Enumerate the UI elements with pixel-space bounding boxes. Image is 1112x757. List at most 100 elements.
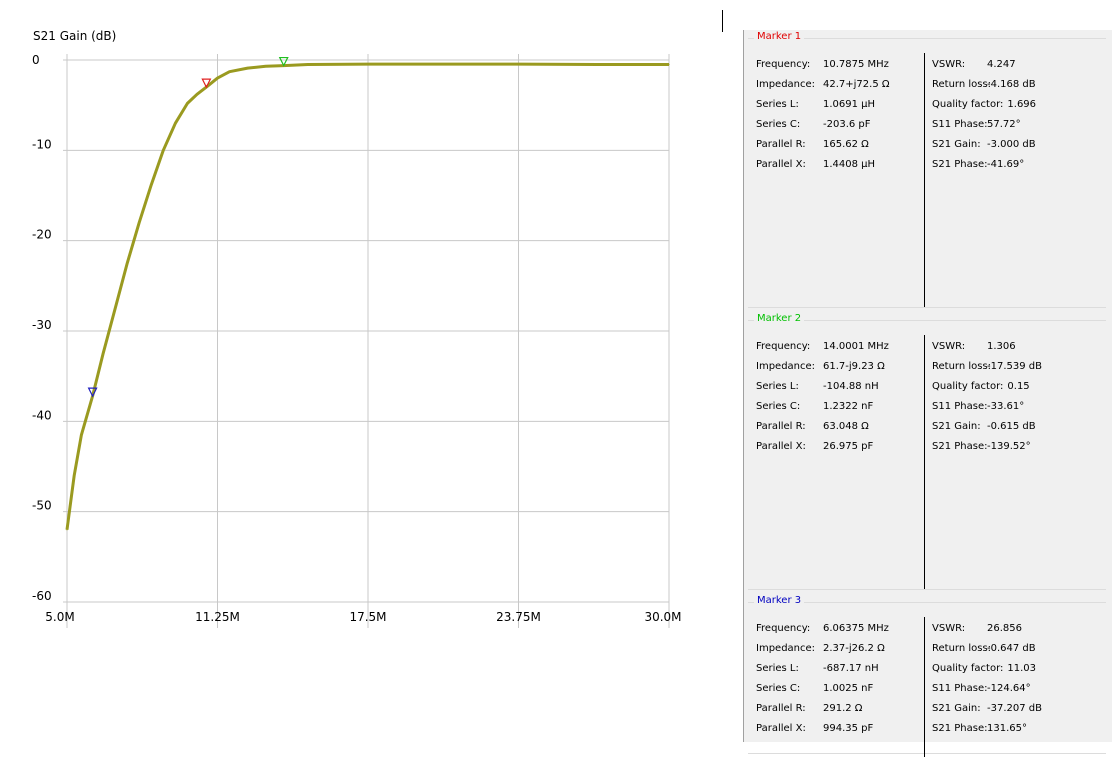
marker-1-left-row: Parallel R: 165.62 Ω <box>756 135 890 155</box>
field-label: Return loss: <box>932 361 992 372</box>
series-point <box>186 102 188 104</box>
s21-gain-chart[interactable]: S21 Gain (dB) 0 -10 -20 -30 -40 -50 -60 5.0M 11.2… <box>0 0 720 742</box>
marker-3-right-column: VSWR: 26.856 Return loss:-0.647 dB Quality … <box>932 619 1042 739</box>
field-label: S21 Phase: <box>932 441 988 452</box>
marker-2-left-row: Parallel R: 63.048 Ω <box>756 417 889 437</box>
y-tick-label: -60 <box>32 589 52 603</box>
marker-1-title: Marker 1 <box>754 31 805 42</box>
series-point <box>174 122 176 124</box>
field-label: VSWR: <box>932 623 966 634</box>
marker-2-group: Marker 2 Frequency: 14.0001 MHz Impedance:… <box>748 313 1106 590</box>
marker-1-right-row: Quality factor: 1.696 <box>932 95 1036 115</box>
field-label: Parallel R: <box>756 139 806 150</box>
marker-2-left-column: Frequency: 14.0001 MHz Impedance: 61.7-j9.2… <box>756 337 889 457</box>
marker-1-right-row: VSWR: 4.247 <box>932 55 1036 75</box>
field-label: VSWR: <box>932 341 966 352</box>
y-tick-label: -30 <box>32 318 52 332</box>
marker-2-left-row: Parallel X: 26.975 pF <box>756 437 889 457</box>
marker-2-left-row: Impedance: 61.7-j9.23 Ω <box>756 357 889 377</box>
series-point <box>265 65 267 67</box>
series-point <box>162 149 164 151</box>
series-point <box>150 184 152 186</box>
field-value: -687.17 nH <box>823 663 879 674</box>
marker-3-right-row: Quality factor: 11.03 <box>932 659 1042 679</box>
field-label: Series L: <box>756 381 799 392</box>
series-point <box>307 63 309 66</box>
field-label: Parallel X: <box>756 723 806 734</box>
series-point <box>80 434 83 436</box>
field-value: 291.2 Ω <box>823 703 863 714</box>
marker-3-right-row: S21 Gain: -37.207 dB <box>932 699 1042 719</box>
series-point <box>73 474 75 477</box>
marker-1-left-row: Series L: 1.0691 μH <box>756 95 890 115</box>
text-cursor <box>722 10 723 32</box>
marker-1-divider <box>924 53 925 307</box>
marker-1-group: Marker 1 Frequency: 10.7875 MHz Impedance:… <box>748 31 1106 308</box>
marker-2-right-row: Return loss:-17.539 dB <box>932 357 1042 377</box>
field-label: Series C: <box>756 119 801 130</box>
field-label: Parallel X: <box>756 441 806 452</box>
marker-2-left-row: Series C: 1.2322 nF <box>756 397 889 417</box>
marker-3-title: Marker 3 <box>754 595 805 606</box>
y-tick-label: 0 <box>32 53 40 67</box>
series-point <box>216 77 219 79</box>
field-value: -124.64° <box>987 683 1031 694</box>
field-label: Quality factor: <box>932 99 1004 110</box>
field-value: 14.0001 MHz <box>823 341 889 352</box>
field-label: Parallel R: <box>756 703 806 714</box>
x-tick-label: 17.5M <box>349 610 386 624</box>
field-value: -139.52° <box>987 441 1031 452</box>
field-label: Parallel R: <box>756 421 806 432</box>
field-label: Frequency: <box>756 341 811 352</box>
y-tick-label: -10 <box>32 137 52 151</box>
field-label: S11 Phase: <box>932 401 988 412</box>
marker-2-right-row: VSWR: 1.306 <box>932 337 1042 357</box>
chart-svg[interactable]: S21 Gain (dB) 0 -10 -20 -30 -40 -50 -60 5.0M 11.2… <box>0 0 720 742</box>
field-value: 61.7-j9.23 Ω <box>823 361 885 372</box>
field-value: -4.168 dB <box>987 79 1036 90</box>
field-value: 1.306 <box>987 341 1016 352</box>
field-label: Series L: <box>756 99 799 110</box>
field-value: 26.856 <box>987 623 1022 634</box>
field-label: Impedance: <box>756 361 816 372</box>
field-label: S11 Phase: <box>932 119 988 130</box>
marker-info-panel: Marker 1 Frequency: 10.7875 MHz Impedance:… <box>743 30 1112 757</box>
series-point <box>66 529 68 531</box>
field-value: 994.35 pF <box>823 723 874 734</box>
field-value: 1.4408 μH <box>823 159 876 170</box>
x-tick-label: 30.0M <box>644 610 681 624</box>
field-value: -104.88 nH <box>823 381 879 392</box>
marker-3-right-row: Return loss:-0.647 dB <box>932 639 1042 659</box>
field-label: Frequency: <box>756 59 811 70</box>
y-tick-label: -50 <box>32 499 52 513</box>
marker-1-right-row: Return loss:-4.168 dB <box>932 75 1036 95</box>
marker-3-left-row: Impedance: 2.37-j26.2 Ω <box>756 639 889 659</box>
field-label: S21 Phase: <box>932 723 988 734</box>
field-value: -0.647 dB <box>987 643 1036 654</box>
field-label: Quality factor: <box>932 381 1004 392</box>
field-label: Return loss: <box>932 643 992 654</box>
marker-3-group: Marker 3 Frequency: 6.06375 MHz Impedance:… <box>748 595 1106 757</box>
marker-3-left-row: Parallel X: 994.35 pF <box>756 719 889 739</box>
field-value: -33.61° <box>987 401 1025 412</box>
field-label: Series C: <box>756 683 801 694</box>
series-point <box>126 262 128 264</box>
field-value: -37.207 dB <box>987 703 1042 714</box>
marker-3-right-row: VSWR: 26.856 <box>932 619 1042 639</box>
marker-2-right-row: S21 Phase:-139.52° <box>932 437 1042 457</box>
marker-3-left-row: Series L: -687.17 nH <box>756 659 889 679</box>
field-value: 0.15 <box>1007 381 1030 392</box>
marker-3-left-row: Frequency: 6.06375 MHz <box>756 619 889 639</box>
field-value: 11.03 <box>1007 663 1037 674</box>
series-point <box>596 63 598 66</box>
marker-1-right-row: S11 Phase:57.72° <box>932 115 1036 135</box>
marker-1-left-row: Impedance: 42.7+j72.5 Ω <box>756 75 890 95</box>
field-value: 10.7875 MHz <box>823 59 889 70</box>
series-point <box>228 71 231 73</box>
marker-1-right-column: VSWR: 4.247 Return loss:-4.168 dB Quality f… <box>932 55 1036 175</box>
series-point <box>427 63 429 65</box>
field-value: 6.06375 MHz <box>823 623 889 634</box>
marker-2-right-row: S11 Phase:-33.61° <box>932 397 1042 417</box>
marker-1-right-row: S21 Phase:-41.69° <box>932 155 1036 175</box>
field-value: 26.975 pF <box>823 441 874 452</box>
